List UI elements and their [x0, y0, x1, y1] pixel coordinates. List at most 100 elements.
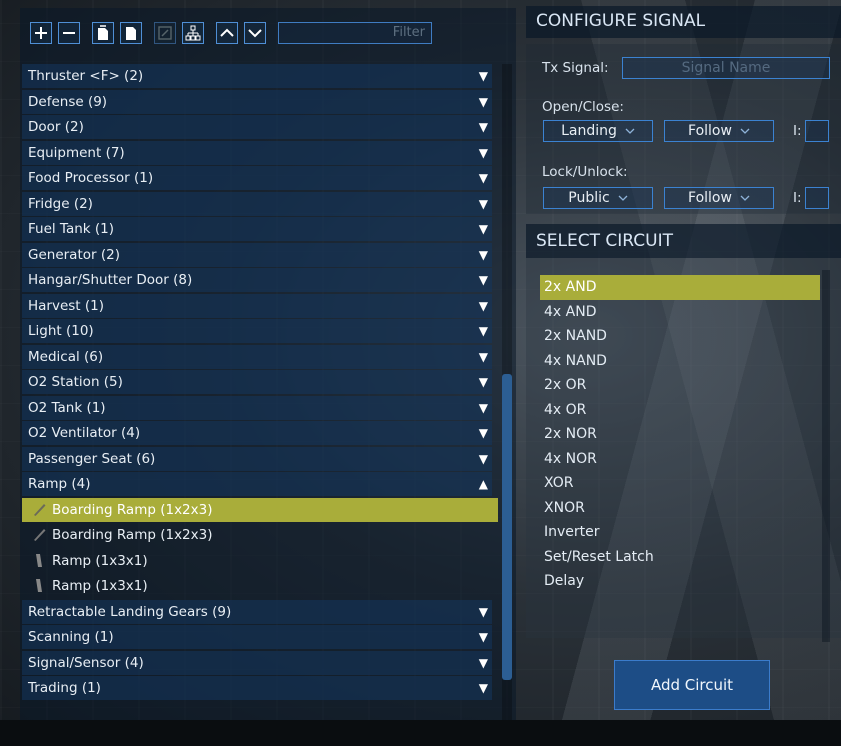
- circuit-item[interactable]: 4x AND: [540, 300, 820, 325]
- open-close-invert-checkbox[interactable]: [805, 120, 829, 142]
- category-row-o2-station[interactable]: O2 Station (5) ▼: [22, 370, 492, 394]
- category-row-fuel-tank[interactable]: Fuel Tank (1) ▼: [22, 217, 492, 241]
- expand-arrow-icon[interactable]: ▼: [479, 294, 488, 318]
- block-list-scroll-thumb[interactable]: [502, 374, 512, 680]
- expand-arrow-icon[interactable]: ▼: [479, 676, 488, 700]
- expand-arrow-icon[interactable]: ▼: [479, 396, 488, 420]
- paste-button[interactable]: [120, 22, 142, 44]
- expand-arrow-icon[interactable]: ▼: [479, 268, 488, 292]
- category-row-generator[interactable]: Generator (2) ▼: [22, 242, 492, 267]
- circuit-item[interactable]: Set/Reset Latch: [540, 545, 820, 570]
- category-label: Fuel Tank (1): [28, 221, 115, 237]
- category-label: Scanning (1): [28, 629, 114, 645]
- circuit-item[interactable]: 2x NAND: [540, 324, 820, 349]
- circuit-item[interactable]: 2x AND: [540, 275, 820, 300]
- expand-arrow-icon[interactable]: ▼: [479, 370, 488, 394]
- category-row-scanning[interactable]: Scanning (1) ▼: [22, 625, 492, 649]
- circuit-item[interactable]: 2x OR: [540, 373, 820, 398]
- expand-arrow-icon[interactable]: ▼: [479, 243, 488, 267]
- expand-arrow-icon[interactable]: ▼: [479, 319, 488, 343]
- circuit-list-scrollbar[interactable]: [822, 270, 830, 642]
- category-row-door[interactable]: Door (2) ▼: [22, 115, 492, 139]
- add-circuit-button[interactable]: Add Circuit: [614, 660, 770, 710]
- circuit-item[interactable]: 4x NOR: [540, 447, 820, 472]
- edit-button[interactable]: [154, 22, 176, 44]
- move-down-button[interactable]: [244, 22, 266, 44]
- block-item-boarding-ramp[interactable]: Boarding Ramp (1x2x3): [22, 523, 492, 547]
- expand-arrow-icon[interactable]: ▼: [479, 64, 488, 88]
- expand-arrow-icon[interactable]: ▼: [479, 115, 488, 139]
- category-row-o2-ventilator[interactable]: O2 Ventilator (4) ▼: [22, 421, 492, 445]
- expand-arrow-icon[interactable]: ▼: [479, 600, 488, 624]
- open-close-behavior-dropdown[interactable]: Follow: [664, 120, 774, 142]
- add-button[interactable]: [30, 22, 52, 44]
- category-row-harvest[interactable]: Harvest (1) ▼: [22, 293, 492, 318]
- copy-button[interactable]: [92, 22, 114, 44]
- expand-arrow-icon[interactable]: ▼: [479, 447, 488, 471]
- category-row-thruster[interactable]: Thruster <F> (2) ▼: [22, 64, 492, 88]
- chevron-down-icon: [248, 29, 262, 38]
- expand-arrow-icon[interactable]: ▼: [479, 217, 488, 241]
- category-row-defense[interactable]: Defense (9) ▼: [22, 89, 492, 114]
- expand-arrow-icon[interactable]: ▼: [479, 421, 488, 445]
- expand-arrow-icon[interactable]: ▼: [479, 192, 488, 216]
- circuit-item[interactable]: 2x NOR: [540, 422, 820, 447]
- category-row-fridge[interactable]: Fridge (2) ▼: [22, 191, 492, 216]
- category-row-hangar-door[interactable]: Hangar/Shutter Door (8) ▼: [22, 268, 492, 292]
- boarding-ramp-icon: [34, 529, 46, 541]
- chevron-up-icon: [220, 28, 234, 37]
- circuit-item[interactable]: 4x NAND: [540, 349, 820, 374]
- move-up-button[interactable]: [216, 22, 238, 44]
- lock-mode-dropdown[interactable]: Public: [543, 187, 653, 209]
- lock-invert-label: I:: [793, 190, 802, 206]
- expand-arrow-icon[interactable]: ▼: [479, 651, 488, 675]
- category-label: Generator (2): [28, 246, 120, 263]
- category-row-trading[interactable]: Trading (1) ▼: [22, 676, 492, 700]
- lock-invert-checkbox[interactable]: [805, 187, 829, 209]
- circuit-item[interactable]: XNOR: [540, 496, 820, 521]
- lock-behavior-dropdown[interactable]: Follow: [664, 187, 774, 209]
- block-toolbar: Filter: [30, 20, 432, 46]
- expand-arrow-icon[interactable]: ▼: [479, 141, 488, 165]
- circuit-item[interactable]: XOR: [540, 471, 820, 496]
- circuit-item[interactable]: 4x OR: [540, 398, 820, 423]
- category-row-food-processor[interactable]: Food Processor (1) ▼: [22, 166, 492, 190]
- remove-button[interactable]: [58, 22, 80, 44]
- expand-arrow-icon[interactable]: ▼: [479, 90, 488, 114]
- minus-icon: [63, 32, 75, 34]
- filter-input[interactable]: Filter: [278, 22, 432, 44]
- chevron-down-icon: [740, 195, 750, 201]
- plus-icon: [35, 27, 47, 39]
- category-row-equipment[interactable]: Equipment (7) ▼: [22, 140, 492, 165]
- collapse-arrow-icon[interactable]: ▲: [479, 472, 488, 496]
- lock-unlock-label: Lock/Unlock:: [542, 164, 628, 180]
- block-item-ramp[interactable]: Ramp (1x3x1): [22, 549, 492, 573]
- hierarchy-button[interactable]: [182, 22, 204, 44]
- category-row-signal-sensor[interactable]: Signal/Sensor (4) ▼: [22, 650, 492, 675]
- bottom-edge: [0, 720, 841, 746]
- circuit-item[interactable]: Delay: [540, 569, 820, 594]
- category-label: Retractable Landing Gears (9): [28, 603, 232, 620]
- category-row-o2-tank[interactable]: O2 Tank (1) ▼: [22, 395, 492, 420]
- category-row-passenger-seat[interactable]: Passenger Seat (6) ▼: [22, 446, 492, 471]
- circuit-item[interactable]: Inverter: [540, 520, 820, 545]
- category-label: Food Processor (1): [28, 170, 154, 186]
- category-label: Light (10): [28, 323, 94, 339]
- signal-name-input[interactable]: Signal Name: [622, 57, 830, 79]
- category-label: Hangar/Shutter Door (8): [28, 272, 193, 288]
- block-item-boarding-ramp[interactable]: Boarding Ramp (1x2x3): [22, 497, 498, 522]
- category-row-light[interactable]: Light (10) ▼: [22, 319, 492, 343]
- chevron-down-icon: [740, 128, 750, 134]
- pencil-icon: [158, 26, 172, 40]
- circuit-list: 2x AND 4x AND 2x NAND 4x NAND 2x OR 4x O…: [540, 275, 820, 594]
- category-row-medical[interactable]: Medical (6) ▼: [22, 344, 492, 369]
- expand-arrow-icon[interactable]: ▼: [479, 625, 488, 649]
- ramp-icon: [36, 553, 42, 567]
- block-item-ramp[interactable]: Ramp (1x3x1): [22, 574, 492, 598]
- category-label: Equipment (7): [28, 144, 125, 161]
- expand-arrow-icon[interactable]: ▼: [479, 166, 488, 190]
- expand-arrow-icon[interactable]: ▼: [479, 345, 488, 369]
- category-row-ramp[interactable]: Ramp (4) ▲: [22, 472, 492, 496]
- open-close-mode-dropdown[interactable]: Landing: [543, 120, 653, 142]
- category-row-landing-gears[interactable]: Retractable Landing Gears (9) ▼: [22, 599, 492, 624]
